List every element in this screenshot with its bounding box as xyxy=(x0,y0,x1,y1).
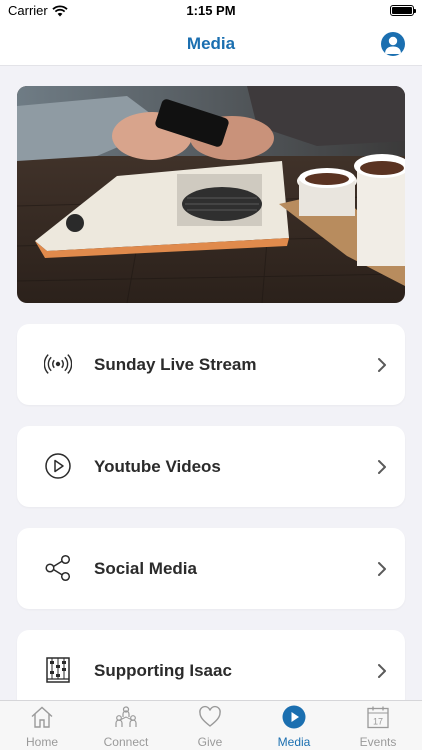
people-icon xyxy=(115,706,137,727)
user-icon xyxy=(385,36,401,54)
chevron-right-icon xyxy=(378,664,386,678)
heart-icon xyxy=(199,705,221,727)
status-time: 1:15 PM xyxy=(186,3,236,18)
abacus-icon xyxy=(46,657,70,683)
play-icon xyxy=(282,705,306,729)
tab-label: Media xyxy=(277,735,311,749)
menu-item-label: Supporting Isaac xyxy=(94,661,232,680)
share-icon xyxy=(45,554,71,582)
tab-media[interactable]: Media xyxy=(252,701,336,750)
menu-item-social-media[interactable]: Social Media xyxy=(17,528,405,609)
chevron-right-icon xyxy=(378,562,386,576)
tab-connect[interactable]: Connect xyxy=(84,701,168,750)
tab-give[interactable]: Give xyxy=(168,701,252,750)
play-circle-icon xyxy=(45,453,71,479)
menu-item-label: Sunday Live Stream xyxy=(94,355,257,374)
battery-icon xyxy=(390,5,416,16)
live-stream-icon xyxy=(44,354,72,374)
calendar-icon: 17 xyxy=(367,706,389,729)
menu-item-sunday-live-stream[interactable]: Sunday Live Stream xyxy=(17,324,405,405)
profile-button[interactable] xyxy=(381,32,405,56)
menu-item-supporting-isaac[interactable]: Supporting Isaac xyxy=(17,630,405,711)
hero-image xyxy=(17,86,405,303)
tab-bar: Home Connect Give Media 17 Events xyxy=(0,700,422,750)
menu-item-label: Youtube Videos xyxy=(94,457,221,476)
tab-label: Events xyxy=(359,735,397,749)
tab-label: Home xyxy=(25,735,58,749)
page-title: Media xyxy=(186,34,236,53)
status-bar: Carrier 1:15 PM xyxy=(0,0,422,22)
chevron-right-icon xyxy=(378,460,386,474)
tab-home[interactable]: Home xyxy=(0,701,84,750)
chevron-right-icon xyxy=(378,358,386,372)
home-icon xyxy=(31,706,53,728)
tab-label: Give xyxy=(197,735,223,749)
tab-label: Connect xyxy=(103,735,149,749)
menu-item-youtube-videos[interactable]: Youtube Videos xyxy=(17,426,405,507)
tab-events[interactable]: 17 Events xyxy=(336,701,420,750)
navigation-bar: Media xyxy=(0,22,422,66)
calendar-day-text: 17 xyxy=(373,717,383,727)
menu-item-label: Social Media xyxy=(94,559,197,578)
